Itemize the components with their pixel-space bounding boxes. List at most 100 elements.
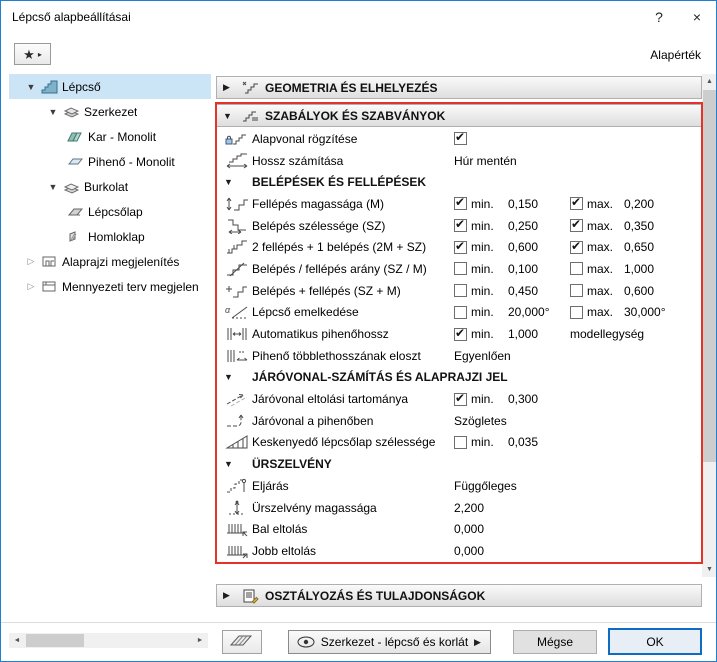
tree-item-szerkezet[interactable]: ▼ Szerkezet bbox=[9, 99, 211, 124]
min-checkbox[interactable]: min. bbox=[454, 391, 508, 406]
setting-value[interactable]: Függőleges bbox=[454, 479, 702, 493]
max-checkbox[interactable]: max. bbox=[570, 239, 624, 254]
sidebar-horizontal-scrollbar[interactable]: ◄ ► bbox=[9, 633, 208, 648]
max-value[interactable]: 30,000° bbox=[624, 305, 702, 319]
max-label: max. bbox=[587, 305, 614, 320]
min-value[interactable]: 0,250 bbox=[508, 219, 570, 233]
checkbox-checked[interactable] bbox=[570, 195, 583, 211]
setting-value[interactable]: 0,000 bbox=[454, 522, 702, 536]
min-checkbox[interactable]: min. bbox=[454, 326, 508, 341]
section-osztalyozas-es-tulajdonsagok[interactable]: ▶ OSZTÁLYOZÁS ÉS TULAJDONSÁGOK bbox=[216, 584, 702, 607]
min-value[interactable]: 0,450 bbox=[508, 284, 570, 298]
scrollbar-thumb[interactable] bbox=[703, 90, 716, 462]
tree-expanded-icon[interactable]: ▼ bbox=[23, 82, 39, 92]
tree-item-lépcsőlap[interactable]: Lépcsőlap bbox=[9, 199, 211, 224]
max-value[interactable]: 0,650 bbox=[624, 240, 702, 254]
min-value[interactable]: 0,600 bbox=[508, 240, 570, 254]
min-checkbox[interactable]: min. bbox=[454, 305, 508, 319]
max-value[interactable]: 0,200 bbox=[624, 197, 702, 211]
tree-item-label: Burkolat bbox=[84, 179, 129, 194]
sum-icon bbox=[222, 283, 252, 299]
min-checkbox[interactable]: min. bbox=[454, 284, 508, 298]
min-value[interactable]: 0,150 bbox=[508, 197, 570, 211]
min-value[interactable]: 0,100 bbox=[508, 262, 570, 276]
setting-value[interactable]: 0,000 bbox=[454, 544, 702, 558]
max-checkbox[interactable]: max. bbox=[570, 284, 624, 298]
checkbox-checked[interactable] bbox=[454, 391, 467, 406]
help-button[interactable]: ? bbox=[640, 1, 678, 32]
subsection-header-járóvonal-számítás-és-alaprajzi-jel[interactable]: ▼ JÁRÓVONAL-SZÁMÍTÁS ÉS ALAPRAJZI JEL bbox=[216, 366, 702, 389]
checkbox-checked[interactable] bbox=[454, 130, 467, 146]
tree-item-mennyezeti-terv-megjelen[interactable]: ▷ Mennyezeti terv megjelen bbox=[9, 274, 211, 299]
setting-value[interactable]: 2,200 bbox=[454, 501, 702, 515]
setting-value[interactable]: Húr mentén bbox=[454, 154, 702, 168]
checkbox-checked[interactable] bbox=[454, 195, 467, 211]
close-button[interactable]: × bbox=[678, 1, 716, 32]
min-checkbox[interactable]: min. bbox=[454, 217, 508, 233]
min-value[interactable]: 0,300 bbox=[508, 392, 570, 406]
scroll-up-icon[interactable]: ▲ bbox=[702, 74, 716, 89]
min-checkbox[interactable]: min. bbox=[454, 195, 508, 211]
max-checkbox[interactable]: max. bbox=[570, 195, 624, 211]
tree-collapsed-icon[interactable]: ▷ bbox=[23, 281, 39, 292]
scroll-down-icon[interactable]: ▼ bbox=[702, 562, 716, 577]
checkbox-checked[interactable] bbox=[454, 326, 467, 341]
checkbox-unchecked[interactable] bbox=[570, 262, 583, 276]
tree-item-homloklap[interactable]: Homloklap bbox=[9, 224, 211, 249]
max-value[interactable]: 0,600 bbox=[624, 284, 702, 298]
settings-row-pihenő-többlethosszának-eloszt: Pihenő többlethosszának eloszt Egyenlően bbox=[216, 345, 702, 367]
tree-item-alaprajzi-megjelenítés[interactable]: ▷ Alaprajzi megjelenítés bbox=[9, 249, 211, 274]
floorplan-icon bbox=[39, 254, 59, 269]
subsection-header-ürszelvény[interactable]: ▼ ÜRSZELVÉNY bbox=[216, 453, 702, 475]
max-value[interactable]: 1,000 bbox=[624, 262, 702, 276]
tree-expanded-icon[interactable]: ▼ bbox=[45, 182, 61, 192]
tree-item-pihenő-monolit[interactable]: Pihenő - Monolit bbox=[9, 149, 211, 174]
checkbox-checked[interactable] bbox=[570, 217, 583, 233]
min-value[interactable]: 20,000° bbox=[508, 305, 570, 319]
min-value[interactable]: 0,035 bbox=[508, 435, 570, 449]
max-value[interactable]: 0,350 bbox=[624, 219, 702, 233]
model-view-dropdown[interactable]: Szerkezet - lépcső és korlát ▶ bbox=[288, 630, 491, 654]
min-value[interactable]: 1,000 bbox=[508, 327, 570, 341]
setting-label: Automatikus pihenőhossz bbox=[252, 327, 389, 342]
checkbox-unchecked[interactable] bbox=[570, 284, 583, 298]
setting-label: Jobb eltolás bbox=[252, 543, 317, 558]
tree-collapsed-icon[interactable]: ▷ bbox=[23, 256, 39, 267]
checkbox-unchecked[interactable] bbox=[454, 435, 467, 449]
eraser-button[interactable] bbox=[222, 630, 262, 654]
min-checkbox[interactable]: min. bbox=[454, 239, 508, 254]
checkbox-checked[interactable] bbox=[454, 239, 467, 254]
checkbox-checked[interactable] bbox=[570, 239, 583, 254]
setting-value[interactable]: Egyenlően bbox=[454, 349, 702, 363]
section-geometria-es-elhelyezes[interactable]: ▶ GEOMETRIA ÉS ELHELYEZÉS bbox=[216, 76, 702, 99]
max-checkbox[interactable]: max. bbox=[570, 305, 624, 319]
tree-item-label: Lépcsőlap bbox=[88, 204, 143, 219]
tree-item-burkolat[interactable]: ▼ Burkolat bbox=[9, 174, 211, 199]
checkbox-unchecked[interactable] bbox=[570, 305, 583, 319]
tree-expanded-icon[interactable]: ▼ bbox=[45, 107, 61, 117]
max-checkbox[interactable]: max. bbox=[570, 262, 624, 276]
max-checkbox[interactable]: max. bbox=[570, 217, 624, 233]
checkbox-checked[interactable] bbox=[454, 217, 467, 233]
favorites-button[interactable]: ★ ▸ bbox=[14, 43, 51, 65]
headroom-method-icon bbox=[222, 478, 252, 494]
cancel-button[interactable]: Mégse bbox=[513, 630, 597, 654]
setting-checkbox[interactable] bbox=[454, 130, 508, 146]
subsection-header-belépések-és-fellépések[interactable]: ▼ BELÉPÉSEK ÉS FELLÉPÉSEK bbox=[216, 171, 702, 194]
section-szabalyok-es-szabvanyok[interactable]: ▼ SZABÁLYOK ÉS SZABVÁNYOK bbox=[216, 104, 702, 127]
tree-item-kar-monolit[interactable]: Kar - Monolit bbox=[9, 124, 211, 149]
main-vertical-scrollbar[interactable]: ▲ ▼ bbox=[702, 74, 716, 577]
setting-value[interactable]: Szögletes bbox=[454, 414, 702, 428]
scroll-left-icon[interactable]: ◄ bbox=[9, 633, 25, 648]
min-checkbox[interactable]: min. bbox=[454, 262, 508, 276]
settings-row-belépés-szélessége-sz: Belépés szélessége (SZ) min. 0,250 max. 0,35… bbox=[216, 215, 702, 237]
min-checkbox[interactable]: min. bbox=[454, 435, 508, 449]
scroll-right-icon[interactable]: ► bbox=[192, 633, 208, 648]
tree-item-lépcső[interactable]: ▼ Lépcső bbox=[9, 74, 211, 99]
checkbox-unchecked[interactable] bbox=[454, 284, 467, 298]
checkbox-unchecked[interactable] bbox=[454, 262, 467, 276]
section-title: OSZTÁLYOZÁS ÉS TULAJDONSÁGOK bbox=[265, 588, 486, 603]
scrollbar-thumb[interactable] bbox=[26, 634, 84, 647]
checkbox-unchecked[interactable] bbox=[454, 305, 467, 319]
ok-button[interactable]: OK bbox=[608, 628, 702, 655]
